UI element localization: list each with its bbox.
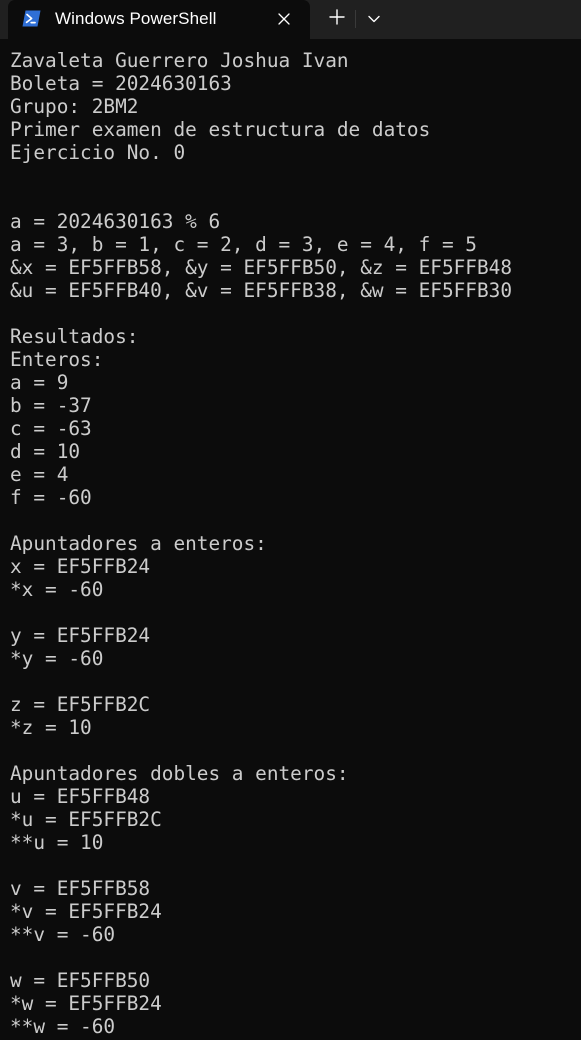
terminal-line: Enteros: — [10, 348, 104, 371]
terminal-line: v = EF5FFB58 — [10, 877, 151, 900]
tab-dropdown-button[interactable] — [360, 6, 388, 32]
terminal-line: Boleta = 2024630163 — [10, 72, 232, 95]
terminal-line: c = -63 — [10, 417, 92, 440]
terminal-line: a = 2024630163 % 6 — [10, 210, 221, 233]
tab-title: Windows PowerShell — [55, 9, 217, 28]
terminal-line: y = EF5FFB24 — [10, 624, 151, 647]
terminal-line: *v = EF5FFB24 — [10, 900, 162, 923]
terminal-line: Apuntadores dobles a enteros: — [10, 762, 349, 785]
terminal-output[interactable]: Zavaleta Guerrero Joshua Ivan Boleta = 20… — [10, 49, 575, 1040]
terminal-line: Resultados: — [10, 325, 139, 348]
terminal-line: a = 9 — [10, 371, 69, 394]
terminal-line: Grupo: 2BM2 — [10, 95, 139, 118]
powershell-window: Windows PowerShell Zavaleta Guerrero Jos… — [0, 0, 581, 1040]
powershell-icon — [22, 10, 41, 27]
new-tab-button[interactable] — [322, 6, 352, 32]
terminal-line: w = EF5FFB50 — [10, 969, 151, 992]
terminal-line: Apuntadores a enteros: — [10, 532, 267, 555]
terminal-line: &x = EF5FFB58, &y = EF5FFB50, &z = EF5FF… — [10, 256, 512, 279]
tab-windows-powershell[interactable]: Windows PowerShell — [8, 0, 310, 39]
terminal-line: x = EF5FFB24 — [10, 555, 151, 578]
titlebar-divider — [355, 10, 356, 28]
terminal-line: *u = EF5FFB2C — [10, 808, 162, 831]
terminal-line: &u = EF5FFB40, &v = EF5FFB38, &w = EF5FF… — [10, 279, 512, 302]
terminal-line: *w = EF5FFB24 — [10, 992, 162, 1015]
title-bar: Windows PowerShell — [0, 0, 581, 39]
plus-icon — [329, 8, 345, 30]
terminal-line: e = 4 — [10, 463, 69, 486]
terminal-line: Ejercicio No. 0 — [10, 141, 186, 164]
chevron-down-icon — [368, 10, 380, 28]
terminal-line: **v = -60 — [10, 923, 116, 946]
terminal-line: d = 10 — [10, 440, 81, 463]
terminal-line: Zavaleta Guerrero Joshua Ivan — [10, 49, 349, 72]
terminal-line: a = 3, b = 1, c = 2, d = 3, e = 4, f = 5 — [10, 233, 477, 256]
terminal-line: *x = -60 — [10, 578, 104, 601]
close-icon[interactable] — [274, 9, 294, 29]
terminal-line: Primer examen de estructura de datos — [10, 118, 431, 141]
terminal-line: *y = -60 — [10, 647, 104, 670]
terminal-line: **w = -60 — [10, 1015, 116, 1038]
terminal-line: z = EF5FFB2C — [10, 693, 151, 716]
terminal-line: f = -60 — [10, 486, 92, 509]
terminal-line: **u = 10 — [10, 831, 104, 854]
terminal-line: u = EF5FFB48 — [10, 785, 151, 808]
terminal-line: b = -37 — [10, 394, 92, 417]
terminal-line: *z = 10 — [10, 716, 92, 739]
